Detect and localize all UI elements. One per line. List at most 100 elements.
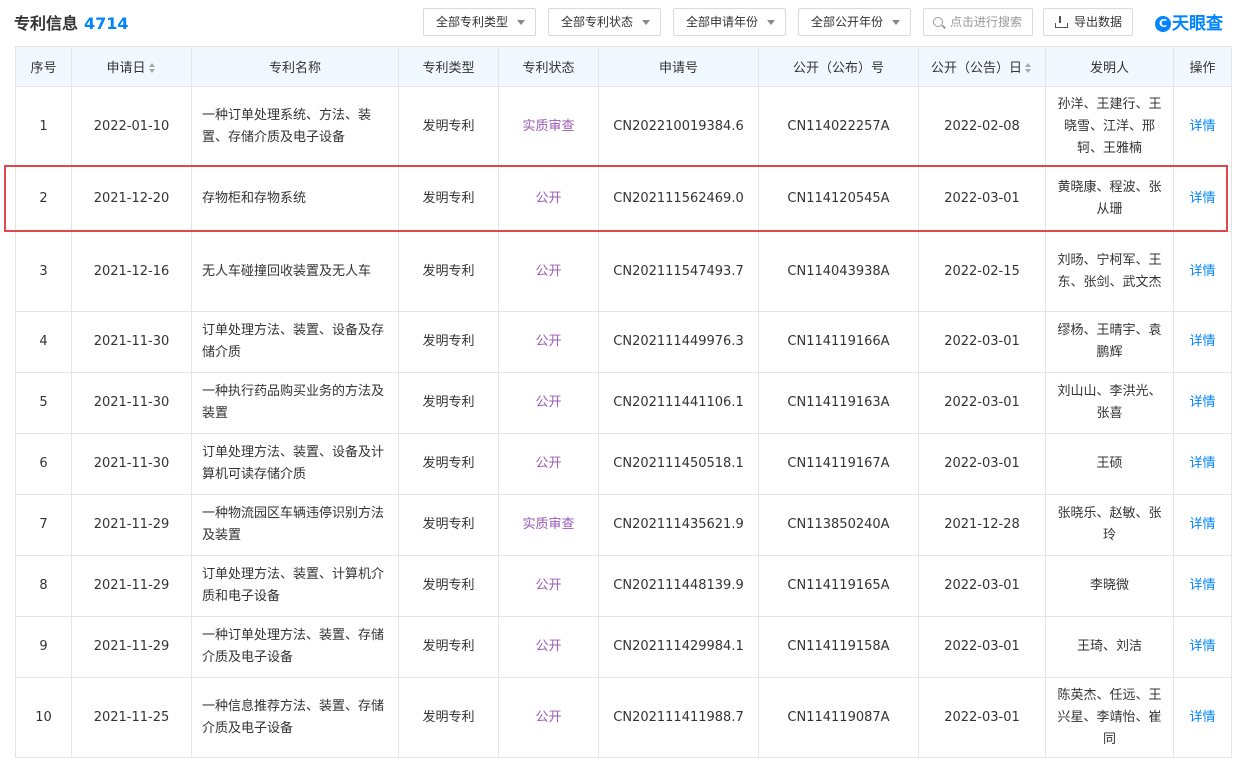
cell-application-no: CN202111450518.1 — [598, 433, 759, 495]
page-header: 专利信息 4714 全部专利类型 全部专利状态 全部申请年份 全部公开年份 点击进… — [0, 0, 1240, 44]
col-header-patent-status: 专利状态 — [498, 46, 599, 87]
cell-publication-no: CN114119163A — [758, 372, 919, 434]
cell-application-date: 2021-12-16 — [71, 231, 192, 312]
search-input[interactable]: 点击进行搜索 — [923, 8, 1033, 36]
cell-patent-name: 订单处理方法、装置、设备及存储介质 — [191, 311, 399, 373]
cell-inventors: 孙洋、王建行、王晓雪、江洋、邢轲、王雅楠 — [1045, 86, 1174, 167]
filter-patent-status[interactable]: 全部专利状态 — [548, 8, 661, 36]
table-header-row: 序号 申请日 专利名称 专利类型 专利状态 申请号 公开（公布）号 公开（公告）… — [15, 46, 1232, 87]
details-link[interactable]: 详情 — [1173, 86, 1232, 167]
cell-publication-date: 2022-03-01 — [918, 616, 1046, 678]
cell-publication-no: CN114119165A — [758, 555, 919, 617]
cell-inventors: 王琦、刘洁 — [1045, 616, 1174, 678]
col-header-application-date[interactable]: 申请日 — [71, 46, 192, 87]
cell-patent-type: 发明专利 — [398, 555, 499, 617]
cell-application-no: CN202111547493.7 — [598, 231, 759, 312]
cell-application-no: CN202111562469.0 — [598, 166, 759, 232]
cell-publication-date: 2022-03-01 — [918, 166, 1046, 232]
cell-publication-no: CN114043938A — [758, 231, 919, 312]
cell-patent-status: 公开 — [498, 311, 599, 373]
table-row: 3 2021-12-16 无人车碰撞回收装置及无人车 发明专利 公开 CN202… — [15, 231, 1232, 312]
cell-patent-name: 存物柜和存物系统 — [191, 166, 399, 232]
filter-patent-type[interactable]: 全部专利类型 — [423, 8, 536, 36]
cell-patent-name: 一种执行药品购买业务的方法及装置 — [191, 372, 399, 434]
title-text: 专利信息 — [14, 14, 79, 33]
cell-inventors: 黄晓康、程波、张从珊 — [1045, 166, 1174, 232]
cell-patent-name: 一种订单处理系统、方法、装置、存储介质及电子设备 — [191, 86, 399, 167]
cell-inventors: 刘旸、宁柯军、王东、张剑、武文杰 — [1045, 231, 1174, 312]
cell-index: 4 — [15, 311, 72, 373]
chevron-down-icon — [517, 20, 525, 25]
cell-patent-name: 一种信息推荐方法、装置、存储介质及电子设备 — [191, 677, 399, 758]
patent-table: 序号 申请日 专利名称 专利类型 专利状态 申请号 公开（公布）号 公开（公告）… — [15, 46, 1232, 758]
cell-publication-no: CN114119087A — [758, 677, 919, 758]
page-title: 专利信息 4714 — [14, 10, 129, 34]
table-row: 7 2021-11-29 一种物流园区车辆违停识别方法及装置 发明专利 实质审查… — [15, 494, 1232, 556]
cell-index: 1 — [15, 86, 72, 167]
cell-application-no: CN202111411988.7 — [598, 677, 759, 758]
cell-patent-name: 订单处理方法、装置、设备及计算机可读存储介质 — [191, 433, 399, 495]
col-header-application-no: 申请号 — [598, 46, 759, 87]
filter-patent-status-label: 全部专利状态 — [561, 15, 634, 29]
cell-publication-date: 2022-02-15 — [918, 231, 1046, 312]
tianyancha-logo[interactable]: C 天眼查 — [1155, 9, 1223, 34]
cell-patent-status: 公开 — [498, 616, 599, 678]
table-row: 5 2021-11-30 一种执行药品购买业务的方法及装置 发明专利 公开 CN… — [15, 372, 1232, 434]
cell-publication-no: CN114119167A — [758, 433, 919, 495]
cell-patent-status: 公开 — [498, 166, 599, 232]
chevron-down-icon — [767, 20, 775, 25]
cell-application-date: 2021-11-29 — [71, 616, 192, 678]
cell-application-date: 2021-11-30 — [71, 372, 192, 434]
cell-patent-name: 无人车碰撞回收装置及无人车 — [191, 231, 399, 312]
cell-publication-date: 2022-03-01 — [918, 311, 1046, 373]
table-row: 6 2021-11-30 订单处理方法、装置、设备及计算机可读存储介质 发明专利… — [15, 433, 1232, 495]
cell-patent-status: 公开 — [498, 555, 599, 617]
cell-index: 2 — [15, 166, 72, 232]
details-link[interactable]: 详情 — [1173, 555, 1232, 617]
cell-publication-no: CN114119166A — [758, 311, 919, 373]
export-data-button[interactable]: 导出数据 — [1043, 8, 1133, 36]
cell-application-no: CN202111449976.3 — [598, 311, 759, 373]
cell-application-date: 2022-01-10 — [71, 86, 192, 167]
filter-application-year-label: 全部申请年份 — [686, 15, 759, 29]
details-link[interactable]: 详情 — [1173, 494, 1232, 556]
cell-patent-type: 发明专利 — [398, 86, 499, 167]
details-link[interactable]: 详情 — [1173, 231, 1232, 312]
cell-publication-no: CN114119158A — [758, 616, 919, 678]
cell-patent-status: 公开 — [498, 677, 599, 758]
cell-publication-date: 2022-02-08 — [918, 86, 1046, 167]
table-row: 9 2021-11-29 一种订单处理方法、装置、存储介质及电子设备 发明专利 … — [15, 616, 1232, 678]
cell-application-date: 2021-11-29 — [71, 494, 192, 556]
cell-publication-date: 2021-12-28 — [918, 494, 1046, 556]
logo-text: 天眼查 — [1172, 14, 1223, 34]
cell-publication-date: 2022-03-01 — [918, 677, 1046, 758]
cell-publication-date: 2022-03-01 — [918, 555, 1046, 617]
cell-patent-status: 公开 — [498, 231, 599, 312]
details-link[interactable]: 详情 — [1173, 677, 1232, 758]
details-link[interactable]: 详情 — [1173, 311, 1232, 373]
details-link[interactable]: 详情 — [1173, 372, 1232, 434]
table-row: 1 2022-01-10 一种订单处理系统、方法、装置、存储介质及电子设备 发明… — [15, 86, 1232, 167]
sort-icon[interactable] — [1025, 63, 1033, 73]
cell-patent-type: 发明专利 — [398, 677, 499, 758]
cell-patent-status: 实质审查 — [498, 494, 599, 556]
cell-index: 8 — [15, 555, 72, 617]
col-header-publication-date[interactable]: 公开（公告）日 — [918, 46, 1046, 87]
details-link[interactable]: 详情 — [1173, 616, 1232, 678]
cell-application-date: 2021-11-29 — [71, 555, 192, 617]
filter-application-year[interactable]: 全部申请年份 — [673, 8, 786, 36]
filter-patent-type-label: 全部专利类型 — [436, 15, 509, 29]
cell-publication-date: 2022-03-01 — [918, 372, 1046, 434]
sort-icon[interactable] — [148, 63, 157, 73]
details-link[interactable]: 详情 — [1173, 433, 1232, 495]
col-header-publication-date-label: 公开（公告）日 — [930, 61, 1022, 76]
cell-patent-type: 发明专利 — [398, 616, 499, 678]
cell-application-no: CN202111435621.9 — [598, 494, 759, 556]
col-header-index: 序号 — [15, 46, 72, 87]
cell-inventors: 王硕 — [1045, 433, 1174, 495]
filter-publication-year[interactable]: 全部公开年份 — [798, 8, 911, 36]
details-link[interactable]: 详情 — [1173, 166, 1232, 232]
cell-inventors: 缪杨、王晴宇、袁鹏辉 — [1045, 311, 1174, 373]
table-row: 2 2021-12-20 存物柜和存物系统 发明专利 公开 CN20211156… — [15, 166, 1232, 232]
cell-inventors: 陈英杰、任远、王兴星、李靖怡、崔同 — [1045, 677, 1174, 758]
